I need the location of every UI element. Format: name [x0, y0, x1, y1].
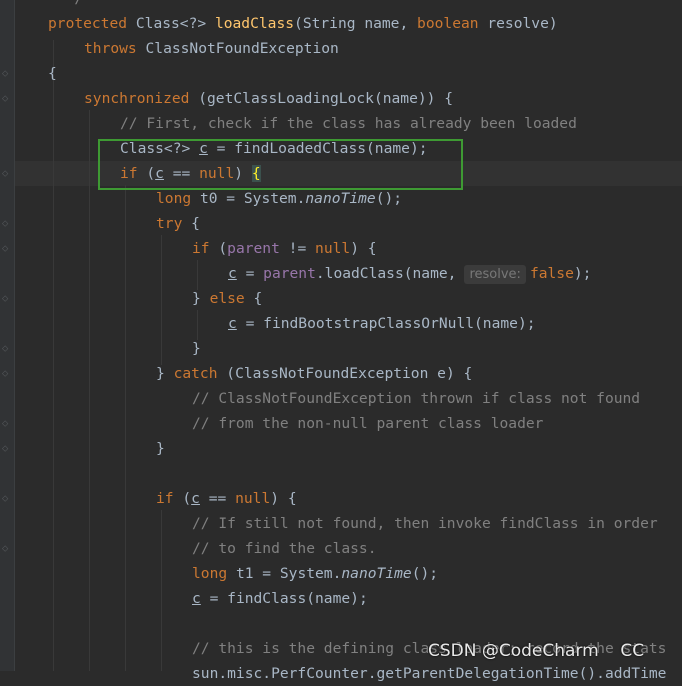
code-line: { [48, 65, 57, 82]
indent-guide [161, 235, 162, 365]
code-line: sun.misc.PerfCounter.getParentDelegation… [192, 665, 667, 682]
code-line: // ClassNotFoundException thrown if clas… [192, 390, 641, 407]
code-line: throws ClassNotFoundException [84, 40, 339, 57]
code-line: long t1 = System.nanoTime(); [192, 565, 439, 582]
code-line: if (c == null) { [156, 490, 297, 507]
code-line: if (parent != null) { [192, 240, 377, 257]
code-line: c = parent.loadClass(name, resolve: false)… [228, 265, 592, 284]
parameter-hint: resolve: [464, 265, 526, 284]
code-line: try { [156, 215, 200, 232]
code-line: c = findClass(name); [192, 590, 368, 607]
watermark: CSDN @CodeCharm CC [428, 641, 645, 661]
code-line: // to find the class. [192, 540, 377, 557]
code-line: // First, check if the class has already… [120, 115, 577, 132]
code-editor[interactable]: */ protected Class<?> loadClass(String n… [0, 0, 682, 682]
code-line: // If still not found, then invoke findC… [192, 515, 658, 532]
indent-guide [125, 185, 126, 671]
code-line: c = findBootstrapClassOrNull(name); [228, 315, 536, 332]
code-line: } catch (ClassNotFoundException e) { [156, 365, 473, 382]
code-line: protected Class<?> loadClass(String name… [48, 15, 558, 32]
code-line: // from the non-null parent class loader [192, 415, 544, 432]
annotation-highlight-box [98, 139, 463, 190]
code-line: } else { [192, 290, 263, 307]
indent-guide [53, 40, 54, 671]
code-line: synchronized (getClassLoadingLock(name))… [84, 90, 454, 107]
indent-guide [161, 510, 162, 671]
code-line: } [192, 340, 201, 357]
code-line: } [156, 440, 165, 457]
indent-guide [89, 110, 90, 671]
code-line: */ [48, 0, 84, 11]
